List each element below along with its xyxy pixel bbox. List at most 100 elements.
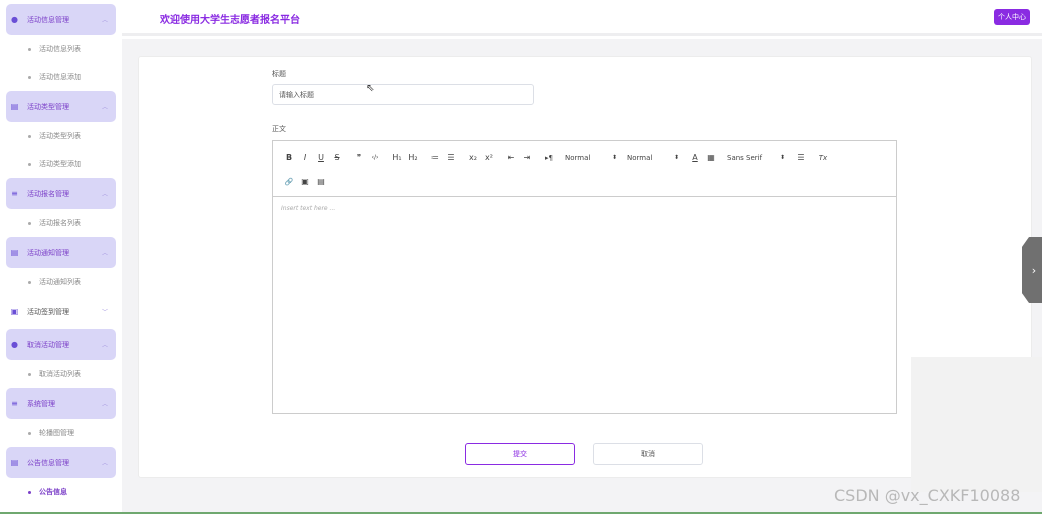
subscript-button[interactable]: x₂: [465, 151, 481, 165]
chevron-up-icon: ︿: [101, 460, 108, 467]
bullet-icon: [28, 490, 31, 494]
sub-item-activity-type-list[interactable]: 活动类型列表: [6, 122, 116, 150]
sub-item-activity-notice-list[interactable]: 活动通知列表: [6, 268, 116, 296]
menu-group-activity-notice: ▤ 活动通知管理 ︿ 活动通知列表: [6, 237, 116, 296]
title-label: 标题: [272, 70, 286, 78]
header-select[interactable]: Normal ⬍: [625, 151, 681, 165]
chevron-down-icon: ﹀: [101, 309, 108, 316]
document-icon: ▤: [10, 248, 19, 257]
menu-label: 活动报名管理: [27, 189, 69, 198]
app-root: ● 活动信息管理 ︿ 活动信息列表 活动信息添加 ▤ 活动类型管理 ︿ 活动类型…: [0, 0, 1042, 514]
watermark: CSDN @vx_CXKF10088: [834, 486, 1021, 505]
bullet-icon: [28, 431, 31, 435]
chevron-up-icon: ︿: [101, 17, 108, 24]
menu-group-activity-info: ● 活动信息管理 ︿ 活动信息列表 活动信息添加: [6, 4, 116, 91]
menu-group-announcement: ▤ 公告信息管理 ︿ 公告信息: [6, 447, 116, 506]
menu-label: 活动通知管理: [27, 248, 69, 257]
menu-header-activity-checkin[interactable]: ▣ 活动签到管理 ﹀: [6, 296, 116, 327]
chevron-up-icon: ︿: [101, 401, 108, 408]
bullet-list-button[interactable]: ☰: [443, 151, 459, 165]
menu-header-cancel-activity[interactable]: ● 取消活动管理 ︿: [6, 329, 116, 360]
editor-toolbar: B I U S ❞ ‹/› H₁ H₂ ≔ ☰ x₂ x² ⇤ ⇥ ▸¶ Nor…: [273, 141, 896, 197]
caret-icon: ⬍: [611, 154, 617, 161]
top-header: 欢迎使用大学生志愿者报名平台 个人中心: [122, 0, 1042, 36]
menu-group-cancel-activity: ● 取消活动管理 ︿ 取消活动列表: [6, 329, 116, 388]
menu-group-activity-type: ▤ 活动类型管理 ︿ 活动类型列表 活动类型添加: [6, 91, 116, 178]
menu-label: 活动类型管理: [27, 102, 69, 111]
menu-header-activity-type[interactable]: ▤ 活动类型管理 ︿: [6, 91, 116, 122]
menu-label: 活动签到管理: [27, 307, 69, 316]
menu-label: 活动信息管理: [27, 15, 69, 24]
page-title: 欢迎使用大学生志愿者报名平台: [160, 15, 300, 26]
sub-item-activity-signup-list[interactable]: 活动报名列表: [6, 209, 116, 237]
bullet-icon: [28, 75, 31, 79]
superscript-button[interactable]: x²: [481, 151, 497, 165]
menu-group-activity-checkin: ▣ 活动签到管理 ﹀: [6, 296, 116, 327]
sub-item-activity-type-add[interactable]: 活动类型添加: [6, 150, 116, 178]
indent-button[interactable]: ⇥: [519, 151, 535, 165]
gray-panel: [911, 357, 1042, 492]
link-button[interactable]: 🔗: [281, 175, 297, 189]
size-select[interactable]: Normal ⬍: [563, 151, 619, 165]
sub-item-cancel-activity-list[interactable]: 取消活动列表: [6, 360, 116, 388]
bullet-icon: [28, 162, 31, 166]
menu-header-activity-signup[interactable]: ≡ 活动报名管理 ︿: [6, 178, 116, 209]
bullet-icon: [28, 280, 31, 284]
sub-item-activity-info-list[interactable]: 活动信息列表: [6, 35, 116, 63]
background-picker[interactable]: ▦: [703, 151, 719, 165]
font-select[interactable]: Sans Serif ⬍: [725, 151, 787, 165]
chevron-right-icon: ›: [1031, 263, 1037, 277]
underline-button[interactable]: U: [313, 151, 329, 165]
chevron-up-icon: ︿: [101, 342, 108, 349]
sub-item-activity-info-add[interactable]: 活动信息添加: [6, 63, 116, 91]
list-icon: ≡: [11, 399, 18, 408]
align-button[interactable]: ☰: [793, 151, 809, 165]
menu-label: 取消活动管理: [27, 340, 69, 349]
file-icon: ▣: [10, 307, 19, 316]
drop-icon: ●: [11, 15, 18, 24]
mouse-cursor-icon: ⇖: [366, 83, 375, 94]
direction-button[interactable]: ▸¶: [541, 151, 557, 165]
h2-button[interactable]: H₂: [405, 151, 421, 165]
user-center-button[interactable]: 个人中心: [994, 9, 1030, 25]
menu-header-system[interactable]: ≡ 系统管理 ︿: [6, 388, 116, 419]
bullet-icon: [28, 47, 31, 51]
ordered-list-button[interactable]: ≔: [427, 151, 443, 165]
menu-label: 系统管理: [27, 399, 55, 408]
image-button[interactable]: ▣: [297, 175, 313, 189]
bullet-icon: [28, 221, 31, 225]
code-button[interactable]: ‹/›: [367, 151, 383, 165]
italic-button[interactable]: I: [297, 151, 313, 165]
chevron-up-icon: ︿: [101, 250, 108, 257]
video-button[interactable]: ▤: [313, 175, 329, 189]
document-icon: ▤: [10, 102, 19, 111]
title-input[interactable]: [272, 84, 534, 105]
sub-item-carousel[interactable]: 轮播图管理: [6, 419, 116, 447]
quote-button[interactable]: ❞: [351, 151, 367, 165]
chevron-up-icon: ︿: [101, 104, 108, 111]
bullet-icon: [28, 134, 31, 138]
drop-icon: ●: [11, 340, 18, 349]
side-expand-tab[interactable]: ›: [1022, 237, 1042, 303]
list-icon: ≡: [11, 189, 18, 198]
bullet-icon: [28, 372, 31, 376]
toolbar-row-2: 🔗 ▣ ▤: [281, 175, 329, 189]
caret-icon: ⬍: [673, 154, 679, 161]
menu-header-activity-info[interactable]: ● 活动信息管理 ︿: [6, 4, 116, 35]
cancel-button[interactable]: 取消: [593, 443, 703, 465]
menu-header-activity-notice[interactable]: ▤ 活动通知管理 ︿: [6, 237, 116, 268]
color-picker[interactable]: A: [687, 151, 703, 165]
strike-button[interactable]: S: [329, 151, 345, 165]
submit-button[interactable]: 提交: [465, 443, 575, 465]
bold-button[interactable]: B: [281, 151, 297, 165]
document-icon: ▤: [10, 458, 19, 467]
h1-button[interactable]: H₁: [389, 151, 405, 165]
rich-text-editor: B I U S ❞ ‹/› H₁ H₂ ≔ ☰ x₂ x² ⇤ ⇥ ▸¶ Nor…: [272, 140, 897, 414]
sub-item-announcement[interactable]: 公告信息: [6, 478, 116, 506]
outdent-button[interactable]: ⇤: [503, 151, 519, 165]
clean-format-button[interactable]: Tx: [815, 151, 831, 165]
menu-header-announcement[interactable]: ▤ 公告信息管理 ︿: [6, 447, 116, 478]
menu-label: 公告信息管理: [27, 458, 69, 467]
editor-content-area[interactable]: Insert text here ...: [273, 197, 896, 413]
body-label: 正文: [272, 125, 286, 133]
